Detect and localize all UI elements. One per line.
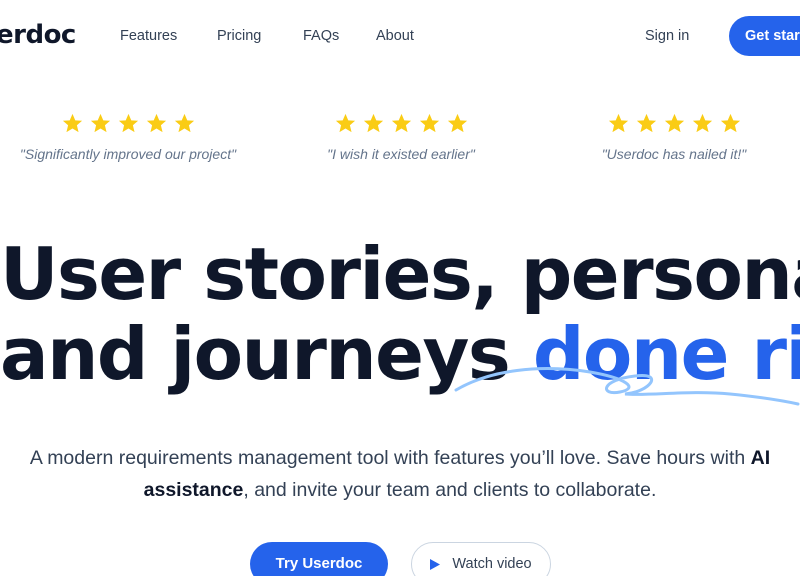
- hero-subtext: A modern requirements management tool wi…: [20, 442, 780, 506]
- logo[interactable]: erdoc: [0, 20, 76, 50]
- star-icon: [663, 112, 686, 136]
- review-quote: "Significantly improved our project": [19, 146, 237, 162]
- subtext-part1: A modern requirements management tool wi…: [29, 447, 751, 469]
- review-card: "I wish it existed earlier": [281, 112, 521, 162]
- hero-headline-line1: User stories, personas,: [0, 232, 800, 316]
- rating-stars: [281, 112, 521, 136]
- star-icon: [117, 112, 140, 136]
- sign-in-link[interactable]: Sign in: [645, 28, 689, 44]
- star-icon: [691, 112, 714, 136]
- try-userdoc-button[interactable]: Try Userdoc: [250, 542, 388, 576]
- landing-page: erdoc Features Pricing FAQs About Sign i…: [0, 0, 800, 576]
- review-card: "Significantly improved our project": [8, 112, 248, 162]
- nav-faqs[interactable]: FAQs: [303, 28, 339, 44]
- star-icon: [390, 112, 413, 136]
- nav-about[interactable]: About: [376, 28, 414, 44]
- rating-stars: [8, 112, 248, 136]
- nav-features[interactable]: Features: [120, 28, 177, 44]
- star-icon: [362, 112, 385, 136]
- star-icon: [418, 112, 441, 136]
- star-icon: [607, 112, 630, 136]
- underline-squiggle-icon: [454, 367, 800, 406]
- rating-stars: [554, 112, 794, 136]
- review-quote: "Userdoc has nailed it!": [601, 146, 747, 162]
- nav-pricing[interactable]: Pricing: [217, 28, 261, 44]
- star-icon: [173, 112, 196, 136]
- subtext-part2: , and invite your team and clients to co…: [243, 479, 657, 501]
- star-icon: [334, 112, 357, 136]
- get-started-button[interactable]: Get star: [729, 16, 800, 56]
- play-icon: [430, 558, 441, 570]
- star-icon: [89, 112, 112, 136]
- star-icon: [635, 112, 658, 136]
- star-icon: [145, 112, 168, 136]
- star-icon: [446, 112, 469, 136]
- watch-video-label: Watch video: [452, 556, 532, 572]
- review-card: "Userdoc has nailed it!": [554, 112, 794, 162]
- star-icon: [61, 112, 84, 136]
- star-icon: [719, 112, 742, 136]
- watch-video-button[interactable]: Watch video: [411, 542, 551, 576]
- review-quote: "I wish it existed earlier": [327, 146, 475, 162]
